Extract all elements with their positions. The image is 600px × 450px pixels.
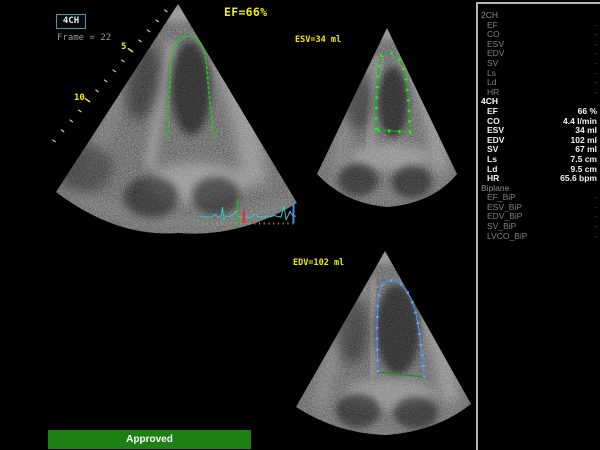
ultrasound-texture-edv [290,247,480,447]
measurement-row-sv: SV- [478,59,600,69]
echo-image-4ch [0,0,310,245]
depth-label-10: 10 [74,93,85,103]
measurement-row-ls: Ls- [478,69,600,79]
measurement-value: - [594,88,600,98]
esv-readout: ESV=34 ml [295,35,341,45]
edv-readout: EDV=102 ml [293,258,344,268]
view-label-box: 4CH [56,14,86,29]
depth-label-5: 5 [121,42,126,52]
echo-viewport-edv[interactable] [290,247,480,447]
ultrasound-texture-esv [300,22,475,212]
approve-button[interactable]: Approved [48,430,251,449]
measurement-value: - [594,232,600,242]
echo-viewport-4ch[interactable] [0,0,310,245]
measurement-value: 65.6 bpm [560,174,600,184]
measurement-panel: 2CHEF-CO-ESV-EDV-SV-Ls-Ld-HR-4CHEF66 %CO… [476,2,600,450]
echo-viewport-esv[interactable] [300,22,475,212]
measurement-panel-rows: 2CHEF-CO-ESV-EDV-SV-Ls-Ld-HR-4CHEF66 %CO… [478,11,600,241]
measurement-row-lvco_bip: LVCO_BiP - [478,232,600,242]
ef-readout: EF=66% [224,5,267,19]
ecg-marker-red [243,212,246,224]
measurement-label: LVCO_BiP [487,232,527,242]
frame-counter: Frame = 22 [57,33,111,43]
echo-image-esv [300,22,475,212]
echo-image-edv [290,247,480,447]
